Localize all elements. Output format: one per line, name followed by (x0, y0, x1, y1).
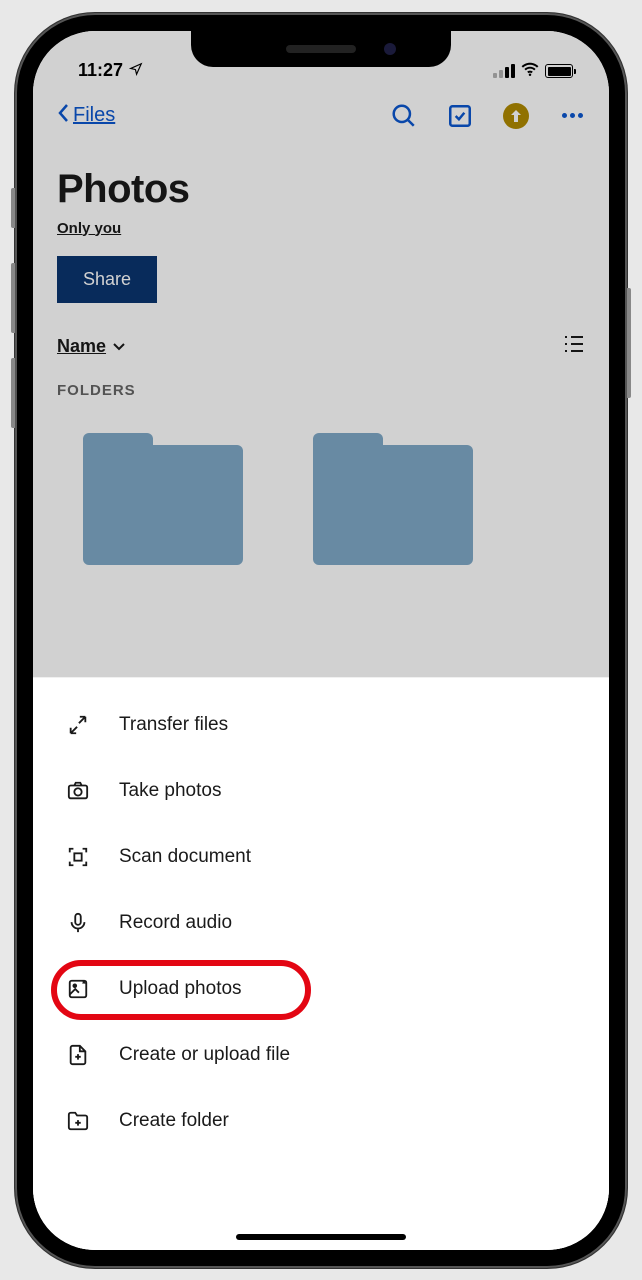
status-left: 11:27 (78, 60, 143, 81)
section-header: FOLDERS (33, 372, 609, 413)
screen: 11:27 (33, 31, 609, 1250)
page-header: Photos Only you Share (33, 137, 609, 303)
battery-icon (545, 64, 573, 78)
back-button[interactable]: Files (57, 103, 115, 129)
more-button[interactable] (559, 103, 585, 129)
search-button[interactable] (391, 103, 417, 129)
clock: 11:27 (78, 60, 123, 81)
action-transfer-files[interactable]: Transfer files (33, 692, 609, 758)
action-label: Transfer files (119, 714, 228, 736)
action-list: Transfer files Take photos Scan document (33, 678, 609, 1154)
transfer-icon (67, 714, 89, 736)
front-camera (384, 43, 396, 55)
share-button[interactable]: Share (57, 256, 157, 303)
action-label: Scan document (119, 846, 251, 868)
sort-row: Name (33, 303, 609, 372)
action-label: Create folder (119, 1110, 229, 1132)
image-upload-icon (67, 978, 89, 1000)
phone-frame: 11:27 (15, 13, 627, 1268)
camera-icon (67, 780, 89, 802)
action-label: Upload photos (119, 978, 242, 1000)
visibility-link[interactable]: Only you (57, 220, 121, 237)
action-scan-document[interactable]: Scan document (33, 824, 609, 890)
sort-button[interactable]: Name (57, 336, 126, 357)
folder-item[interactable] (83, 433, 243, 565)
scan-icon (67, 846, 89, 868)
page-title: Photos (57, 167, 585, 212)
nav-actions (391, 103, 585, 129)
folder-grid (33, 413, 609, 585)
file-plus-icon (67, 1044, 89, 1066)
wifi-icon (521, 62, 539, 81)
action-create-upload-file[interactable]: Create or upload file (33, 1022, 609, 1088)
speaker (286, 45, 356, 53)
action-create-folder[interactable]: Create folder (33, 1088, 609, 1154)
sort-label-text: Name (57, 336, 106, 357)
cellular-icon (493, 64, 515, 78)
list-view-button[interactable] (563, 335, 585, 358)
chevron-left-icon (57, 103, 69, 129)
notch (191, 31, 451, 67)
folder-item[interactable] (313, 433, 473, 565)
chevron-down-icon (112, 336, 126, 357)
nav-header: Files (33, 83, 609, 137)
home-indicator[interactable] (236, 1234, 406, 1240)
action-sheet: Transfer files Take photos Scan document (33, 677, 609, 1250)
side-button (11, 188, 15, 228)
select-button[interactable] (447, 103, 473, 129)
action-record-audio[interactable]: Record audio (33, 890, 609, 956)
back-label: Files (73, 104, 115, 127)
action-label: Take photos (119, 780, 221, 802)
action-label: Create or upload file (119, 1044, 290, 1066)
action-take-photos[interactable]: Take photos (33, 758, 609, 824)
action-label: Record audio (119, 912, 232, 934)
battery-fill (548, 67, 571, 76)
location-icon (129, 60, 143, 81)
folder-plus-icon (67, 1110, 89, 1132)
upgrade-badge[interactable] (503, 103, 529, 129)
side-button (11, 358, 15, 428)
status-right (493, 62, 573, 81)
action-upload-photos[interactable]: Upload photos (33, 956, 609, 1022)
side-button (627, 288, 631, 398)
mic-icon (67, 912, 89, 934)
side-button (11, 263, 15, 333)
